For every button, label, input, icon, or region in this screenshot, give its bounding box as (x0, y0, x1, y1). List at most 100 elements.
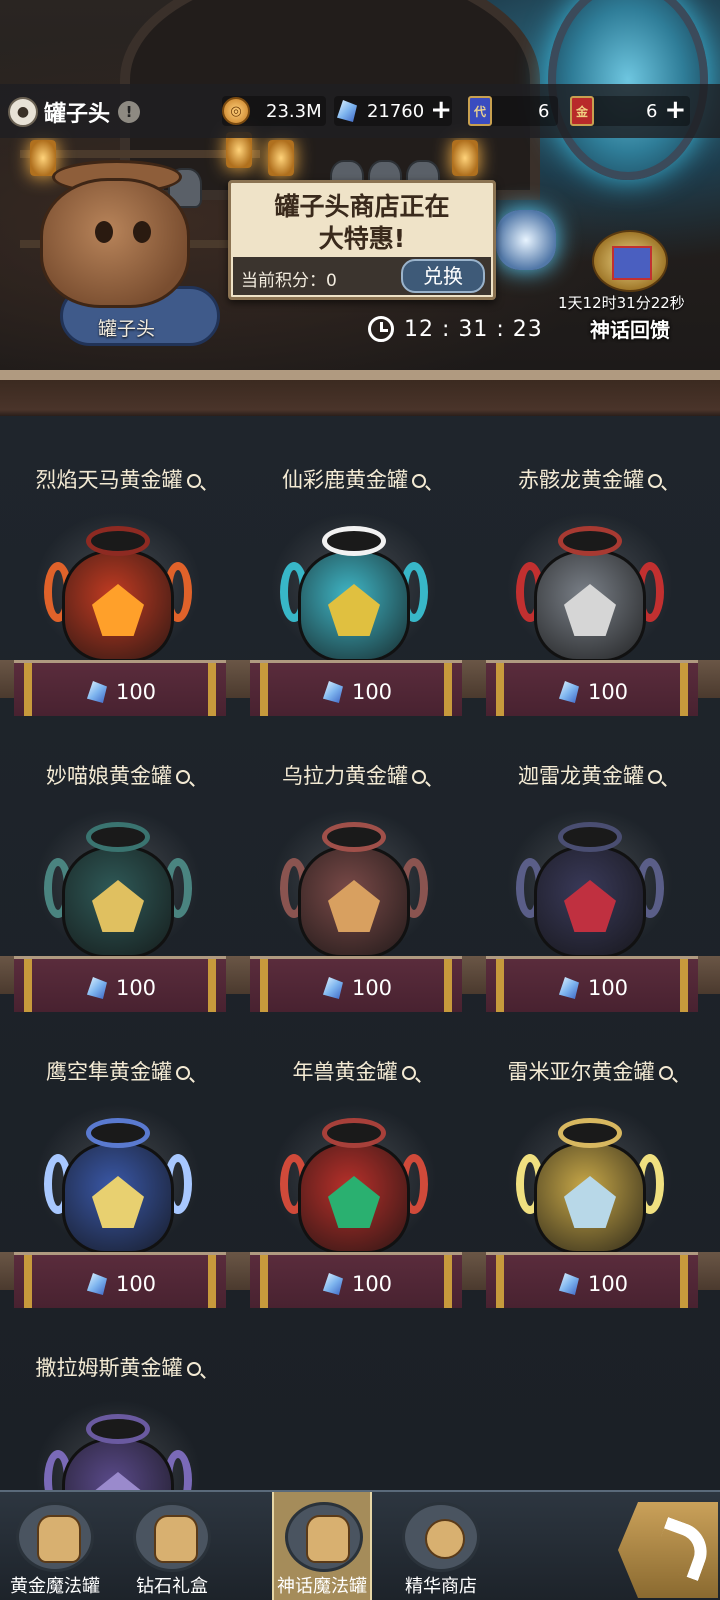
search-icon[interactable] (176, 1066, 190, 1080)
jar-item[interactable]: 妙喵娘黄金罐 100 (0, 712, 236, 1012)
jar-neck (558, 526, 622, 556)
jar-item[interactable]: 赤骸龙黄金罐 100 (472, 416, 708, 716)
crystal-icon (556, 975, 582, 1001)
price-plate[interactable]: 100 (486, 1252, 698, 1308)
jar-item[interactable]: 鹰空隼黄金罐 100 (0, 1008, 236, 1308)
golden-jar-icon (16, 1502, 94, 1572)
price: 100 (250, 679, 462, 705)
jar-name-text: 赤骸龙黄金罐 (518, 468, 644, 492)
price-plate[interactable]: 100 (250, 660, 462, 716)
jar-item[interactable]: 撒拉姆斯黄金罐 (0, 1304, 236, 1490)
price-plate[interactable]: 100 (250, 1252, 462, 1308)
myth-gift-button[interactable] (592, 230, 668, 292)
jar-neck (86, 1118, 150, 1148)
price-plate[interactable]: 100 (14, 956, 226, 1012)
jar-item[interactable]: 仙彩鹿黄金罐 100 (236, 416, 472, 716)
jar-name[interactable]: 雷米亚尔黄金罐 (472, 1056, 708, 1086)
jar-item[interactable]: 迦雷龙黄金罐 100 (472, 712, 708, 1012)
search-icon[interactable] (401, 1066, 416, 1080)
jar-name-text: 鹰空隼黄金罐 (46, 1060, 172, 1084)
tab-label: 黄金魔法罐 (10, 1576, 100, 1597)
jar-icon[interactable] (280, 822, 428, 972)
shop-profile: ● 罐子头 ! (8, 92, 141, 132)
tab-myth-jar[interactable]: 神话魔法罐 (272, 1492, 372, 1600)
points-bar: 当前积分：0 兑换 (233, 257, 491, 295)
myth-gift-label[interactable]: 神话回馈 (590, 314, 670, 343)
jar-icon[interactable] (280, 1118, 428, 1268)
jar-name[interactable]: 乌拉力黄金罐 (236, 760, 472, 790)
jar-name[interactable]: 年兽黄金罐 (236, 1056, 472, 1086)
crystal-icon (556, 1271, 582, 1297)
crystal-icon (556, 679, 582, 705)
jar-name-text: 烈焰天马黄金罐 (35, 468, 183, 492)
jar-icon[interactable] (516, 822, 664, 972)
character-eye (133, 221, 151, 243)
jar-name[interactable]: 烈焰天马黄金罐 (0, 464, 236, 494)
price-value: 100 (351, 976, 393, 1000)
clock-icon (368, 316, 394, 342)
search-icon[interactable] (648, 474, 662, 488)
lantern-icon (30, 140, 56, 176)
add-crystal-button[interactable]: + (430, 97, 452, 123)
add-gold-ticket-button[interactable]: + (663, 97, 687, 123)
promo-banner: 罐子头商店正在 大特惠! 当前积分：0 兑换 (228, 180, 496, 300)
gift-box-icon (612, 246, 652, 280)
price: 100 (486, 679, 698, 705)
search-icon[interactable] (412, 770, 426, 784)
bottom-nav: 黄金魔法罐 钻石礼盒 神话魔法罐 精华商店 (0, 1490, 720, 1600)
crystal-value: 21760 (366, 100, 425, 122)
tab-diamond-gift[interactable]: 钻石礼盒 (117, 1492, 227, 1600)
search-icon[interactable] (186, 1362, 201, 1376)
gift-box-icon (133, 1502, 211, 1572)
tab-golden-jar[interactable]: 黄金魔法罐 (0, 1492, 110, 1600)
jar-neck (86, 822, 150, 852)
myth-gift-countdown: 1天12时31分22秒 (558, 294, 685, 312)
background-shelf (20, 150, 260, 158)
crystal-icon (320, 1271, 346, 1297)
refresh-timer: 12 : 31 : 23 (368, 316, 543, 342)
info-icon[interactable]: ! (118, 101, 141, 123)
timer-text: 12 : 31 : 23 (404, 316, 543, 342)
price-value: 100 (587, 976, 629, 1000)
jar-name[interactable]: 仙彩鹿黄金罐 (236, 464, 472, 494)
jar-icon[interactable] (516, 526, 664, 676)
price-plate[interactable]: 100 (14, 660, 226, 716)
ticket-balance: 代 6 (468, 96, 558, 126)
jar-name[interactable]: 赤骸龙黄金罐 (472, 464, 708, 494)
search-icon[interactable] (648, 770, 662, 784)
jar-icon[interactable] (44, 1118, 192, 1268)
pot-head-character[interactable] (40, 178, 190, 308)
paw-icon (402, 1502, 480, 1572)
gold-ticket-balance: 金 6 + (570, 96, 690, 126)
jar-item[interactable]: 烈焰天马黄金罐 100 (0, 416, 236, 716)
search-icon[interactable] (176, 770, 190, 784)
jar-name[interactable]: 妙喵娘黄金罐 (0, 760, 236, 790)
jar-icon[interactable] (516, 1118, 664, 1268)
price-plate[interactable]: 100 (250, 956, 462, 1012)
jar-name[interactable]: 鹰空隼黄金罐 (0, 1056, 236, 1086)
price: 100 (14, 975, 226, 1001)
share-button[interactable] (618, 1502, 718, 1598)
jar-name[interactable]: 撒拉姆斯黄金罐 (0, 1352, 236, 1382)
jar-name[interactable]: 迦雷龙黄金罐 (472, 760, 708, 790)
price-plate[interactable]: 100 (14, 1252, 226, 1308)
tab-label: 精华商店 (405, 1576, 477, 1597)
exchange-button[interactable]: 兑换 (401, 259, 485, 293)
jar-icon[interactable] (44, 1414, 192, 1490)
search-icon[interactable] (658, 1066, 673, 1080)
jar-neck (322, 1118, 386, 1148)
jar-icon[interactable] (44, 526, 192, 676)
crystal-icon (84, 1271, 110, 1297)
price: 100 (250, 975, 462, 1001)
tab-essence-shop[interactable]: 精华商店 (386, 1492, 496, 1600)
search-icon[interactable] (412, 474, 426, 488)
price-plate[interactable]: 100 (486, 660, 698, 716)
jar-item[interactable]: 乌拉力黄金罐 100 (236, 712, 472, 1012)
crystal-icon (84, 679, 110, 705)
jar-icon[interactable] (280, 526, 428, 676)
jar-item[interactable]: 雷米亚尔黄金罐 100 (472, 1008, 708, 1308)
jar-icon[interactable] (44, 822, 192, 972)
price-plate[interactable]: 100 (486, 956, 698, 1012)
search-icon[interactable] (186, 474, 201, 488)
jar-item[interactable]: 年兽黄金罐 100 (236, 1008, 472, 1308)
